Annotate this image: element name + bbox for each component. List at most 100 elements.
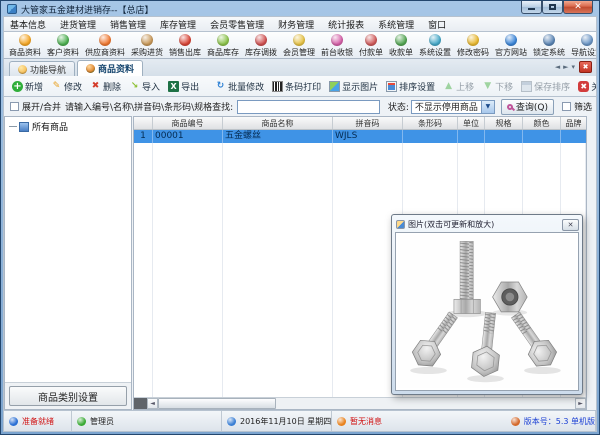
action-button[interactable]: ↻ 批量修改 (211, 78, 268, 95)
toolbar-button[interactable]: 客户资料 (44, 33, 82, 58)
search-input[interactable] (237, 100, 380, 114)
toolbar-label: 会员管理 (283, 47, 315, 58)
scrollbar-track[interactable] (276, 398, 575, 409)
query-button[interactable]: 查询(Q) (501, 99, 554, 115)
action-icon (329, 81, 340, 92)
maximize-button[interactable] (542, 1, 563, 14)
product-photo[interactable] (395, 232, 579, 391)
action-label: 导出 (181, 80, 199, 93)
column-header[interactable]: 颜色 (523, 117, 561, 129)
menu-item[interactable]: 系统管理 (378, 18, 414, 31)
action-label: 保存排序 (534, 80, 570, 93)
menu-item[interactable]: 窗口 (428, 18, 446, 31)
app-window: 大管家五金建材进销存--【总店】 ✕ 基本信息进货管理销售管理库存管理会员零售管… (0, 0, 600, 435)
sift-label: 筛选 (574, 100, 592, 113)
column-header[interactable]: 单位 (458, 117, 485, 129)
toolbar-button[interactable]: 库存调拨 (242, 33, 280, 58)
status-icon (511, 417, 520, 426)
cell-barcode (403, 130, 458, 143)
toolbar-button[interactable]: 前台收银 (318, 33, 356, 58)
tab-product-info[interactable]: 商品资料 (77, 60, 143, 76)
menu-item[interactable]: 统计报表 (328, 18, 364, 31)
toolbar-icon (467, 34, 479, 46)
column-header-rownum[interactable] (134, 117, 153, 129)
category-panel-footer: 商品类别设置 (5, 382, 131, 409)
scrollbar-thumb[interactable] (158, 398, 276, 409)
action-button[interactable]: ✖ 关闭 (574, 78, 597, 95)
toolbar-button[interactable]: 导航设置 (568, 33, 597, 58)
action-button[interactable]: ✎ 修改 (47, 78, 86, 95)
tab-close-button[interactable]: ✖ (579, 61, 592, 73)
action-button[interactable]: 保存排序 (517, 78, 574, 95)
toolbar-icon (293, 34, 305, 46)
menu-item[interactable]: 基本信息 (10, 18, 46, 31)
cell-brand (561, 130, 586, 143)
action-button[interactable]: ↘ 导入 (125, 78, 164, 95)
action-button[interactable]: ▲ 上移 (439, 78, 478, 95)
toolbar-button[interactable]: 官方网站 (492, 33, 530, 58)
action-button[interactable]: ▼ 下移 (478, 78, 517, 95)
cell-unit (458, 130, 485, 143)
toolbar-button[interactable]: 锁定系统 (530, 33, 568, 58)
menu-item[interactable]: 库存管理 (160, 18, 196, 31)
tab-scroll-left-icon[interactable]: ◄ (555, 63, 560, 71)
action-button[interactable]: 条码打印 (268, 78, 325, 95)
menu-item[interactable]: 进货管理 (60, 18, 96, 31)
minimize-button[interactable] (521, 1, 542, 14)
action-button[interactable]: X 导出 (164, 78, 203, 95)
toolbar-button[interactable]: 付款单 (356, 33, 386, 58)
action-button[interactable]: 显示图片 (325, 78, 382, 95)
toolbar-button[interactable]: 修改密码 (454, 33, 492, 58)
column-header[interactable]: 条形码 (403, 117, 458, 129)
column-header[interactable]: 商品名称 (223, 117, 333, 129)
menu-item[interactable]: 销售管理 (110, 18, 146, 31)
toolbar-button[interactable]: 会员管理 (280, 33, 318, 58)
status-text: 2016年11月10日 星期四 11:54:37 (240, 416, 332, 427)
tab-function-nav[interactable]: 功能导航 (9, 61, 75, 76)
toolbar-label: 修改密码 (457, 47, 489, 58)
toolbar-icon (543, 34, 555, 46)
tab-list-icon[interactable]: ▾ (571, 63, 575, 71)
popup-close-button[interactable]: ✕ (562, 219, 579, 231)
action-label: 关闭 (591, 80, 597, 93)
scroll-right-arrow[interactable]: ► (575, 398, 586, 409)
folder-icon (19, 122, 29, 132)
menu-item[interactable]: 财务管理 (278, 18, 314, 31)
tree-item-all-products[interactable]: 所有商品 (5, 117, 131, 133)
action-label: 条码打印 (285, 80, 321, 93)
chevron-down-icon[interactable]: ▼ (481, 101, 494, 113)
column-header[interactable]: 品牌 (561, 117, 586, 129)
toolbar-button[interactable]: 商品库存 (204, 33, 242, 58)
category-settings-button[interactable]: 商品类别设置 (9, 386, 127, 406)
action-icon (521, 81, 532, 92)
tab-strip: 功能导航 商品资料 ◄ ► ▾ ✖ (3, 59, 597, 76)
sift-checkbox[interactable] (562, 102, 571, 111)
action-button[interactable]: 排序设置 (382, 78, 439, 95)
action-icon: X (168, 81, 179, 92)
table-row[interactable]: 1 00001 五金螺丝 WJLS (134, 130, 586, 143)
column-header[interactable]: 拼音码 (333, 117, 403, 129)
action-button[interactable]: + 新增 (8, 78, 47, 95)
toolbar-icon (429, 34, 441, 46)
toolbar-label: 客户资料 (47, 47, 79, 58)
toolbar-button[interactable]: 收款单 (386, 33, 416, 58)
column-header[interactable]: 规格 (485, 117, 523, 129)
toolbar-button[interactable]: 供应商资料 (82, 33, 128, 58)
app-icon (7, 4, 17, 14)
column-header[interactable]: 商品编号 (153, 117, 223, 129)
cell-pinyin: WJLS (333, 130, 403, 143)
expand-merge-checkbox[interactable] (10, 102, 19, 111)
toolbar-button[interactable]: 销售出库 (166, 33, 204, 58)
scroll-left-arrow[interactable]: ◄ (147, 398, 158, 409)
toolbar-button[interactable]: 系统设置 (416, 33, 454, 58)
action-icon: + (12, 81, 23, 92)
toolbar-button[interactable]: 商品资料 (6, 33, 44, 58)
toolbar-button[interactable]: 采购进货 (128, 33, 166, 58)
action-label: 导入 (142, 80, 160, 93)
menu-item[interactable]: 会员零售管理 (210, 18, 264, 31)
action-button[interactable]: ✖ 删除 (86, 78, 125, 95)
close-button[interactable]: ✕ (563, 1, 593, 14)
status-dropdown[interactable]: 不显示停用商品 ▼ (411, 100, 495, 114)
tab-scroll-right-icon[interactable]: ► (563, 63, 568, 71)
action-icon: ▲ (443, 81, 454, 92)
